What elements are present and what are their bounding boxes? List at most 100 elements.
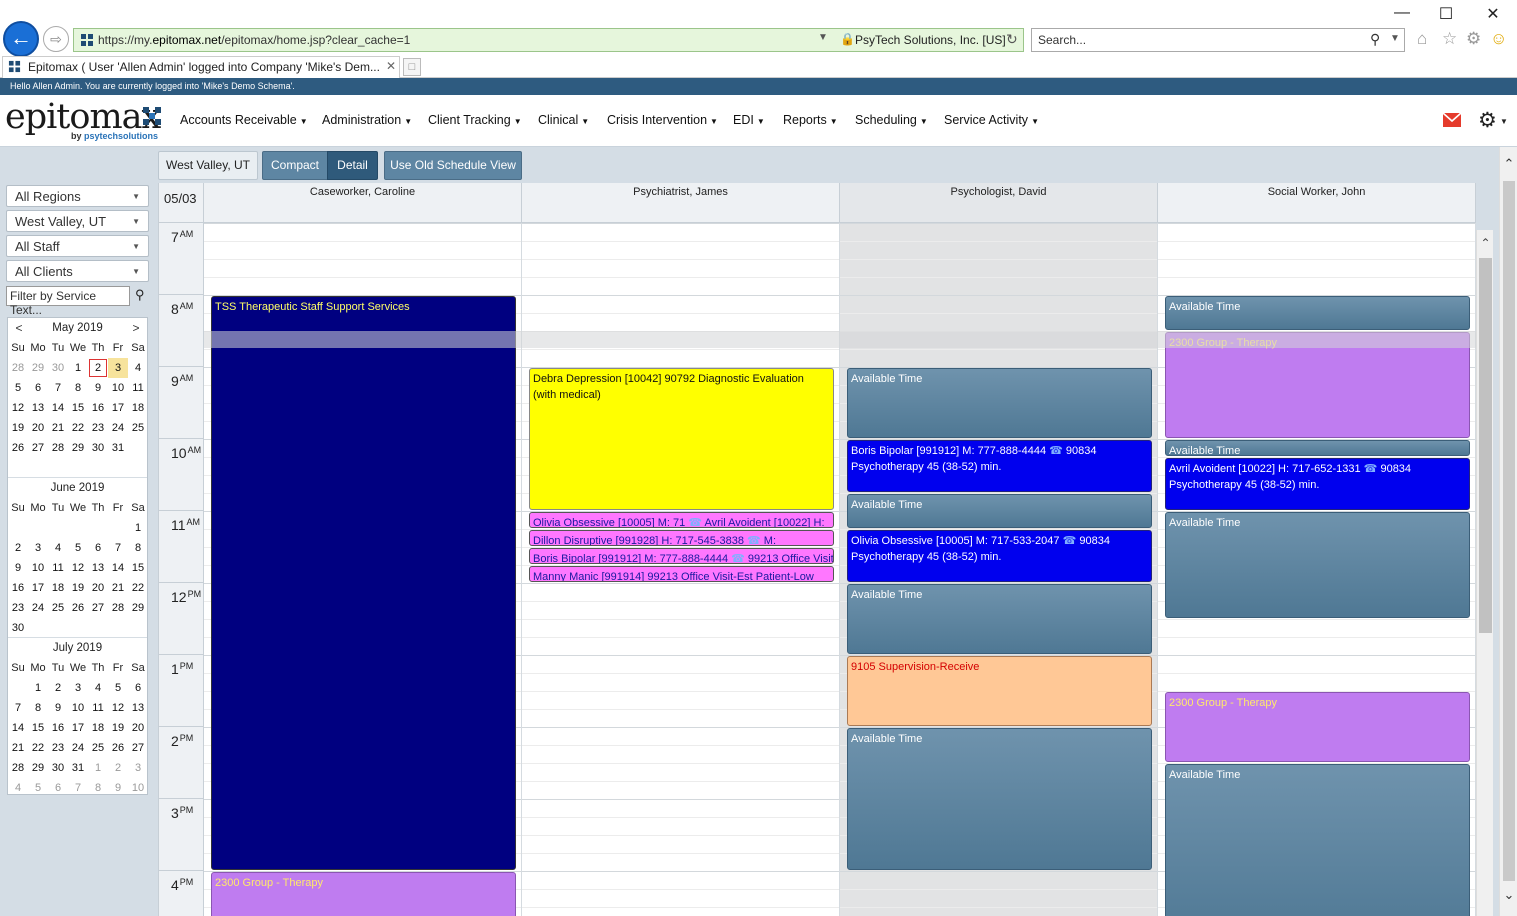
calendar-day[interactable]: 28 xyxy=(48,438,68,458)
calendar-day[interactable]: 28 xyxy=(8,358,28,378)
calendar-day[interactable]: 11 xyxy=(88,698,108,718)
menu-scheduling[interactable]: Scheduling ▼ xyxy=(855,113,928,127)
mail-icon[interactable] xyxy=(1443,113,1461,127)
calendar-day[interactable]: 7 xyxy=(68,778,88,798)
chevron-down-icon[interactable]: ▼ xyxy=(818,32,828,43)
calendar-day[interactable]: 23 xyxy=(8,598,28,618)
search-icon[interactable]: ⚲ xyxy=(1370,31,1380,48)
calendar-day[interactable]: 11 xyxy=(128,378,148,398)
clients-select[interactable]: All Clients ▼ xyxy=(6,260,149,282)
calendar-day[interactable]: 10 xyxy=(108,378,128,398)
calendar-day[interactable]: 19 xyxy=(8,418,28,438)
calendar-day[interactable]: 8 xyxy=(68,378,88,398)
minimize-button[interactable]: — xyxy=(1392,4,1412,22)
chevron-down-icon[interactable]: ⌄ xyxy=(1500,887,1517,903)
available-time-block[interactable]: Available Time xyxy=(847,368,1152,438)
calendar-day[interactable]: 5 xyxy=(68,538,88,558)
calendar-day[interactable]: 13 xyxy=(28,398,48,418)
calendar-day[interactable]: 6 xyxy=(48,778,68,798)
menu-crisis-intervention[interactable]: Crisis Intervention ▼ xyxy=(607,113,718,127)
chevron-up-icon[interactable]: ⌃ xyxy=(1500,156,1517,172)
calendar-day[interactable]: 17 xyxy=(108,398,128,418)
calendar-day[interactable]: 24 xyxy=(108,418,128,438)
calendar-day[interactable]: 28 xyxy=(8,758,28,778)
calendar-day[interactable]: 15 xyxy=(68,398,88,418)
calendar-day[interactable]: 5 xyxy=(108,678,128,698)
calendar-day[interactable]: 30 xyxy=(8,618,28,638)
available-time-block[interactable]: Available Time xyxy=(1165,764,1470,916)
calendar-day[interactable]: 6 xyxy=(28,378,48,398)
available-time-block[interactable]: Available Time xyxy=(847,584,1152,654)
calendar-day[interactable]: 29 xyxy=(28,758,48,778)
calendar-day[interactable]: 9 xyxy=(8,558,28,578)
appointment-block[interactable]: Olivia Obsessive [10005] M: 717-533-2047… xyxy=(847,530,1152,582)
calendar-day[interactable]: 15 xyxy=(28,718,48,738)
calendar-day[interactable]: 8 xyxy=(88,778,108,798)
calendar-day[interactable]: 29 xyxy=(68,438,88,458)
favorites-star-icon[interactable]: ☆ xyxy=(1442,29,1457,49)
calendar-day[interactable]: 8 xyxy=(28,698,48,718)
detail-view-button[interactable]: Detail xyxy=(327,151,378,180)
location-select[interactable]: West Valley, UT ▼ xyxy=(6,210,149,232)
appointment-block[interactable]: Manny Manic [991914] 99213 Office Visit-… xyxy=(529,566,834,582)
scrollbar-thumb[interactable] xyxy=(1479,258,1492,633)
menu-edi[interactable]: EDI ▼ xyxy=(733,113,765,127)
calendar-day[interactable]: 26 xyxy=(8,438,28,458)
calendar-day[interactable]: 23 xyxy=(48,738,68,758)
calendar-day[interactable]: 10 xyxy=(68,698,88,718)
calendar-day[interactable]: 18 xyxy=(88,718,108,738)
staff-column-header[interactable]: Social Worker, John xyxy=(1158,183,1476,223)
calendar-next-button[interactable]: > xyxy=(127,318,145,338)
calendar-day[interactable]: 9 xyxy=(108,778,128,798)
calendar-day[interactable]: 22 xyxy=(68,418,88,438)
chevron-up-icon[interactable]: ⌃ xyxy=(1477,236,1494,250)
calendar-day[interactable]: 19 xyxy=(68,578,88,598)
service-text-filter-input[interactable]: Filter by Service Text... xyxy=(6,286,130,317)
calendar-day[interactable]: 2 xyxy=(108,758,128,778)
calendar-day[interactable]: 14 xyxy=(8,718,28,738)
calendar-day[interactable]: 20 xyxy=(128,718,148,738)
address-bar[interactable]: https://my.epitomax.net/epitomax/home.js… xyxy=(73,28,1024,52)
appointment-block[interactable]: 2300 Group - Therapy xyxy=(1165,692,1470,762)
calendar-day[interactable]: 7 xyxy=(48,378,68,398)
calendar-day[interactable]: 14 xyxy=(48,398,68,418)
browser-tab[interactable]: Epitomax ( User 'Allen Admin' logged int… xyxy=(2,56,400,78)
calendar-day[interactable]: 29 xyxy=(28,358,48,378)
browser-search-input[interactable]: Search... ⚲ ▼ xyxy=(1031,28,1405,52)
calendar-day[interactable]: 20 xyxy=(88,578,108,598)
calendar-day[interactable]: 31 xyxy=(68,758,88,778)
calendar-day[interactable]: 19 xyxy=(108,718,128,738)
menu-clinical[interactable]: Clinical ▼ xyxy=(538,113,589,127)
calendar-day[interactable]: 14 xyxy=(108,558,128,578)
calendar-day[interactable]: 9 xyxy=(88,378,108,398)
calendar-day[interactable]: 31 xyxy=(108,438,128,458)
calendar-day[interactable]: 1 xyxy=(28,678,48,698)
home-icon[interactable]: ⌂ xyxy=(1417,29,1427,49)
calendar-day[interactable]: 29 xyxy=(128,598,148,618)
staff-column-header[interactable]: Psychologist, David xyxy=(840,183,1158,223)
schedule-scrollbar[interactable]: ⌃ xyxy=(1476,230,1493,916)
calendar-day[interactable]: 22 xyxy=(28,738,48,758)
available-time-block[interactable]: Available Time xyxy=(1165,512,1470,618)
calendar-day[interactable]: 27 xyxy=(128,738,148,758)
calendar-day[interactable]: 13 xyxy=(128,698,148,718)
location-button[interactable]: West Valley, UT xyxy=(158,151,258,180)
calendar-day[interactable]: 9 xyxy=(48,698,68,718)
search-icon[interactable]: ⚲ xyxy=(135,287,145,303)
calendar-day[interactable]: 23 xyxy=(88,418,108,438)
appointment-block[interactable]: Boris Bipolar [991912] M: 777-888-4444 ☎… xyxy=(847,440,1152,492)
calendar-day[interactable]: 7 xyxy=(8,698,28,718)
calendar-day[interactable]: 26 xyxy=(108,738,128,758)
calendar-day[interactable]: 2 xyxy=(48,678,68,698)
calendar-day[interactable]: 3 xyxy=(128,758,148,778)
scrollbar-thumb[interactable] xyxy=(1503,181,1515,881)
calendar-day[interactable]: 1 xyxy=(68,358,88,378)
calendar-day[interactable]: 25 xyxy=(128,418,148,438)
staff-select[interactable]: All Staff ▼ xyxy=(6,235,149,257)
appointment-block[interactable]: Olivia Obsessive [10005] M: 71 ☎ Avril A… xyxy=(529,512,834,528)
staff-column-header[interactable]: Psychiatrist, James xyxy=(522,183,840,223)
appointment-block[interactable]: Debra Depression [10042] 90792 Diagnosti… xyxy=(529,368,834,510)
calendar-day[interactable]: 13 xyxy=(88,558,108,578)
old-schedule-view-button[interactable]: Use Old Schedule View xyxy=(384,151,522,180)
calendar-day[interactable]: 5 xyxy=(8,378,28,398)
